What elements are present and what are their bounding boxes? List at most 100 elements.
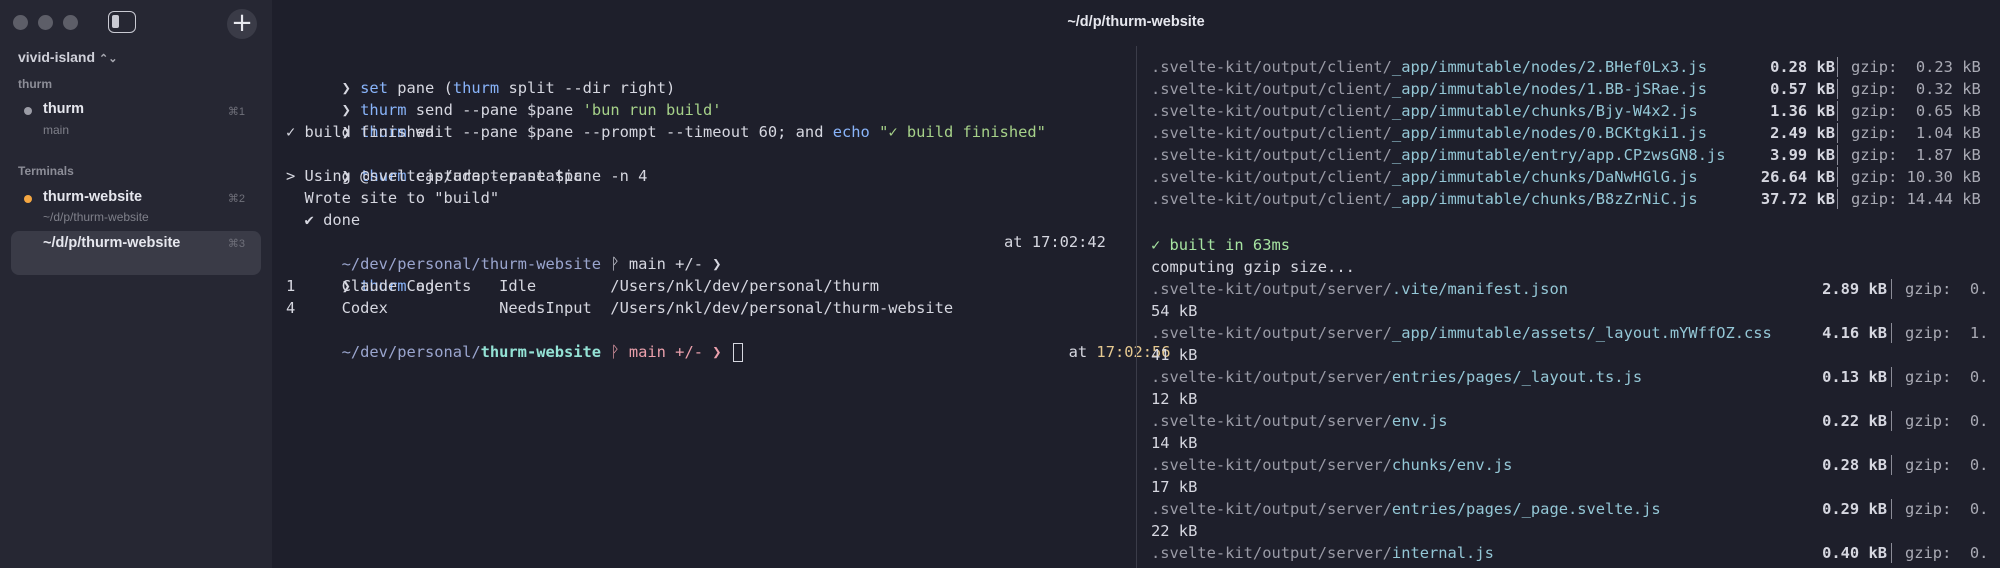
minimize-window-button[interactable] [38, 15, 53, 30]
file-path: .svelte-kit/output/client/_app/immutable… [1151, 190, 1698, 208]
file-path: .svelte-kit/output/client/_app/immutable… [1151, 58, 1707, 76]
column-separator [1837, 79, 1838, 99]
terminal-line: ✓ build finished [286, 123, 435, 141]
workspace-name: vivid-island [18, 49, 96, 65]
pane-divider[interactable] [1136, 46, 1137, 568]
gzip-size: gzip: 0.65 kB [1851, 102, 1981, 120]
terminal-line: ❯ thurm send --pane $pane 'bun run build… [341, 101, 722, 119]
file-size: 0.13 kB [1822, 368, 1887, 386]
file-path: .svelte-kit/output/client/_app/immutable… [1151, 80, 1707, 98]
column-separator [1891, 323, 1892, 343]
column-separator [1837, 101, 1838, 121]
terminal-cursor [732, 343, 743, 362]
gzip-size: gzip: 0. [1905, 280, 1989, 298]
sidebar: + vivid-island ⌃⌄ thurm thurm main ⌘1 Ter… [0, 0, 272, 568]
sidebar-item-active-terminal[interactable]: ~/d/p/thurm-website ⌘3 [11, 231, 261, 275]
sidebar-item-thurm-website[interactable]: thurm-website ~/d/p/thurm-website ⌘2 [11, 186, 261, 230]
gzip-size: gzip: 10.30 kB [1851, 168, 1981, 186]
file-size: 2.89 kB [1822, 280, 1887, 298]
gzip-size: gzip: 14.44 kB [1851, 190, 1981, 208]
file-path: .svelte-kit/output/server/entries/pages/… [1151, 500, 1661, 518]
terminal-line: ❯ thurm capture --pane $pane -n 4 [341, 167, 648, 185]
file-path: .svelte-kit/output/server/entries/pages/… [1151, 368, 1643, 386]
sidebar-item-sub: main [43, 123, 70, 137]
agent-row: 4 Codex NeedsInput /Users/nkl/dev/person… [286, 299, 954, 317]
sidebar-group-label: Terminals [18, 164, 74, 178]
file-size-row: .svelte-kit/output/server/env.js 0.22 kB g… [1151, 410, 2000, 432]
terminal-app: + vivid-island ⌃⌄ thurm thurm main ⌘1 Ter… [0, 0, 2000, 568]
terminal-line: Wrote site to "build" [286, 189, 500, 207]
column-separator [1837, 57, 1838, 77]
shortcut-label: ⌘2 [227, 193, 245, 205]
file-size-row: .svelte-kit/output/client/_app/immutable… [1151, 166, 2000, 188]
file-path: .svelte-kit/output/client/_app/immutable… [1151, 102, 1698, 120]
sidebar-item-thurm[interactable]: thurm main ⌘1 [11, 99, 261, 143]
column-separator [1891, 455, 1892, 475]
file-size: 0.28 kB [1770, 58, 1835, 76]
terminal-line: ✔ done [286, 211, 361, 229]
file-size-row: .svelte-kit/output/client/_app/immutable… [1151, 122, 2000, 144]
file-path: .svelte-kit/output/server/.vite/manifest… [1151, 280, 1568, 298]
file-size-row: .svelte-kit/output/client/_app/immutable… [1151, 56, 2000, 78]
gzip-size: gzip: 0. [1905, 456, 1989, 474]
column-separator [1837, 167, 1838, 187]
file-path: .svelte-kit/output/server/_app/immutable… [1151, 324, 1772, 342]
file-size: 26.64 kB [1760, 168, 1835, 186]
file-size: 0.28 kB [1822, 456, 1887, 474]
column-separator [1891, 499, 1892, 519]
prompt-timestamp: at 17:02:56 [1068, 343, 1171, 361]
wrapped-size: 54 kB [1151, 302, 1198, 320]
sidebar-group-label: thurm [18, 77, 52, 91]
zoom-window-button[interactable] [63, 15, 78, 30]
sidebar-item-title: ~/d/p/thurm-website [43, 235, 181, 251]
prompt-line: ~/dev/personal/thurm-website ᚹ main +/- … [286, 319, 743, 362]
column-separator [1891, 543, 1892, 563]
file-path: .svelte-kit/output/server/chunks/env.js [1151, 456, 1513, 474]
file-size: 0.22 kB [1822, 412, 1887, 430]
new-terminal-button[interactable]: + [227, 9, 257, 39]
file-size-row: .svelte-kit/output/server/internal.js 0.4… [1151, 542, 2000, 564]
close-window-button[interactable] [13, 15, 28, 30]
file-path: .svelte-kit/output/client/_app/immutable… [1151, 124, 1707, 142]
sidebar-item-title: thurm [43, 101, 85, 117]
column-separator [1837, 123, 1838, 143]
gzip-size: gzip: 1.04 kB [1851, 124, 1981, 142]
workspace-selector[interactable]: vivid-island ⌃⌄ [18, 49, 117, 65]
file-size-row: .svelte-kit/output/client/_app/immutable… [1151, 100, 2000, 122]
sidebar-item-sub: ~/d/p/thurm-website [43, 210, 149, 224]
wrapped-size: 14 kB [1151, 434, 1198, 452]
status-dot-icon [24, 195, 32, 203]
file-path: .svelte-kit/output/server/env.js [1151, 412, 1448, 430]
terminal-pane-left[interactable]: ❯ set pane (thurm split --dir right) ❯ t… [286, 46, 1171, 568]
build-status: ✓ built in 63ms [1151, 236, 1290, 254]
sidebar-toggle-icon[interactable] [108, 11, 136, 33]
file-size-row: .svelte-kit/output/client/_app/immutable… [1151, 144, 2000, 166]
file-size-row: .svelte-kit/output/client/_app/immutable… [1151, 188, 2000, 210]
terminal-line: > Using @sveltejs/adapter-static [286, 167, 583, 185]
file-size-row: .svelte-kit/output/server/chunks/env.js 0… [1151, 454, 2000, 476]
file-size-row: .svelte-kit/output/server/entries/pages/… [1151, 366, 2000, 388]
column-separator [1891, 367, 1892, 387]
shortcut-label: ⌘1 [227, 106, 245, 118]
status-dot-icon [24, 107, 32, 115]
file-size-row: .svelte-kit/output/server/entries/pages/… [1151, 498, 2000, 520]
gzip-size: gzip: 0. [1905, 412, 1989, 430]
file-size: 37.72 kB [1760, 190, 1835, 208]
column-separator [1891, 279, 1892, 299]
terminal-line: computing gzip size... [1151, 258, 1355, 276]
wrapped-size: 12 kB [1151, 390, 1198, 408]
gzip-size: gzip: 0. [1905, 368, 1989, 386]
file-path: .svelte-kit/output/client/_app/immutable… [1151, 168, 1698, 186]
sidebar-item-title: thurm-website [43, 189, 143, 205]
file-path: .svelte-kit/output/client/_app/immutable… [1151, 146, 1726, 164]
wrapped-size: 17 kB [1151, 478, 1198, 496]
chevron-updown-icon: ⌃⌄ [99, 53, 118, 65]
column-separator [1837, 145, 1838, 165]
gzip-size: gzip: 1.87 kB [1851, 146, 1981, 164]
file-size-row: .svelte-kit/output/server/_app/immutable… [1151, 322, 2000, 344]
terminal-pane-right[interactable]: .svelte-kit/output/client/_app/immutable… [1151, 46, 2000, 568]
column-separator [1891, 411, 1892, 431]
gzip-size: gzip: 0. [1905, 544, 1989, 562]
agent-row: 1 Claude Code Idle /Users/nkl/dev/person… [286, 277, 880, 295]
terminal-line: ❯ thurm wait --pane $pane --prompt --tim… [341, 123, 1046, 141]
